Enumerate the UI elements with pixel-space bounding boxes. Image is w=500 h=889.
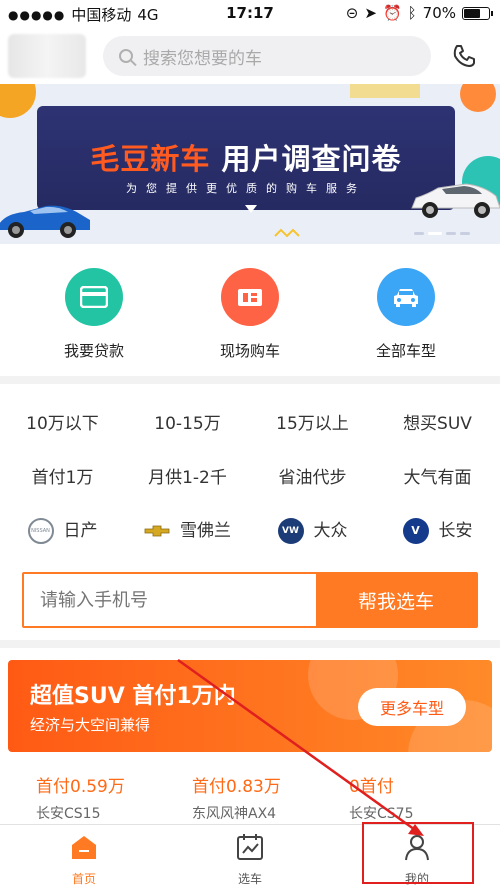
car-name: 东风风神AX4 xyxy=(192,806,277,822)
filter-down-10k[interactable]: 首付1万 xyxy=(0,458,125,498)
filter-row-brands: NISSAN 日产 雪佛兰 VW 大众 V 长安 xyxy=(0,511,500,551)
feature-shortcuts: 我要贷款 现场购车 全部车型 xyxy=(0,244,500,376)
tab-home-label: 首页 xyxy=(71,872,96,886)
location-icon: ➤ xyxy=(364,4,377,22)
blurred-logo xyxy=(8,34,86,78)
filter-suv[interactable]: 想买SUV xyxy=(375,404,500,444)
brand-nissan[interactable]: NISSAN 日产 xyxy=(0,511,125,551)
battery-percent: 70% xyxy=(422,4,456,22)
filter-economy[interactable]: 省油代步 xyxy=(250,458,375,498)
battery-icon xyxy=(462,6,493,20)
tab-home[interactable]: 首页 xyxy=(34,833,134,887)
rotation-lock-icon: ⊝ xyxy=(345,4,359,22)
blue-car-image xyxy=(0,205,90,238)
feature-all-models-circle xyxy=(377,268,435,326)
filter-prestige[interactable]: 大气有面 xyxy=(375,458,500,498)
feature-onsite-circle xyxy=(221,268,279,326)
help-choose-button[interactable]: 帮我选车 xyxy=(316,574,476,626)
brand-changan-label: 长安 xyxy=(438,521,473,541)
feature-loan-circle xyxy=(65,268,123,326)
brand-chevrolet[interactable]: 雪佛兰 xyxy=(125,511,250,551)
down-arrow-icon xyxy=(245,205,257,213)
tab-choose-car-label: 选车 xyxy=(237,872,262,886)
filter-over-150k[interactable]: 15万以上 xyxy=(250,404,375,444)
app-header: 搜索您想要的车 xyxy=(0,28,500,84)
status-bar: ●●●●● 中国移动 4G 17:17 ⊝ ➤ ⏰ ᛒ 70% xyxy=(0,0,500,28)
banner-dot xyxy=(460,232,470,235)
car-item[interactable]: 首付0.59万 长安CS15 xyxy=(36,772,196,823)
white-car-image xyxy=(411,183,500,218)
car-name: 长安CS75 xyxy=(349,806,414,822)
phone-icon[interactable] xyxy=(450,42,478,70)
store-icon xyxy=(238,289,262,306)
feature-all-models-label: 全部车型 xyxy=(375,342,436,360)
calendar-chart-icon xyxy=(237,834,263,860)
banner-pagination xyxy=(414,232,470,235)
brand-volkswagen[interactable]: VW 大众 xyxy=(250,511,375,551)
feature-loan-label: 我要贷款 xyxy=(63,342,124,360)
search-bar[interactable]: 搜索您想要的车 xyxy=(103,36,431,76)
tab-choose-car[interactable]: 选车 xyxy=(200,833,300,887)
nissan-logo-icon: NISSAN xyxy=(27,518,54,544)
car-price: 0首付 xyxy=(349,777,394,797)
suv-promo-card[interactable]: 超值SUV 首付1万内 经济与大空间兼得 更多车型 xyxy=(8,660,492,752)
car-price: 首付0.83万 xyxy=(192,777,281,797)
promo-section: 超值SUV 首付1万内 经济与大空间兼得 更多车型 首付0.59万 长安CS15… xyxy=(0,648,500,824)
bluetooth-icon: ᛒ xyxy=(407,4,417,22)
banner-subtitle: 为您提供更优质的购车服务 xyxy=(126,182,366,195)
feature-onsite-label: 现场购车 xyxy=(219,342,280,360)
search-icon xyxy=(119,49,133,63)
car-icon xyxy=(394,289,418,307)
banner-dot xyxy=(414,232,424,235)
promo-banner[interactable]: 毛豆新车 用户调查问卷 为您提供更优质的购车服务 xyxy=(0,84,500,244)
filter-row-price: 10万以下 10-15万 15万以上 想买SUV xyxy=(0,404,500,444)
phone-input[interactable] xyxy=(24,574,316,626)
banner-title: 毛豆新车 用户调查问卷 xyxy=(90,142,402,176)
home-icon xyxy=(72,836,96,859)
promo-subtitle: 经济与大空间兼得 xyxy=(30,716,151,734)
filter-row-payment: 首付1万 月供1-2千 省油代步 大气有面 xyxy=(0,458,500,498)
volkswagen-logo-icon: VW xyxy=(277,518,304,544)
annotation-highlight-box xyxy=(362,822,474,884)
filter-monthly[interactable]: 月供1-2千 xyxy=(125,458,250,498)
chevrolet-logo-icon xyxy=(144,525,170,537)
feature-loan[interactable]: 我要贷款 xyxy=(34,268,154,361)
car-item[interactable]: 0首付 长安CS75 xyxy=(349,772,500,823)
phone-lead-form: 帮我选车 xyxy=(22,572,478,628)
battery-fill xyxy=(464,8,480,18)
brand-chevrolet-label: 雪佛兰 xyxy=(180,521,231,541)
changan-logo-icon: V xyxy=(402,518,429,544)
card-icon xyxy=(80,286,108,308)
brand-changan[interactable]: V 长安 xyxy=(375,511,500,551)
feature-all-models[interactable]: 全部车型 xyxy=(346,268,466,361)
feature-onsite[interactable]: 现场购车 xyxy=(190,268,310,361)
banner-dot xyxy=(446,232,456,235)
car-item[interactable]: 首付0.83万 东风风神AX4 xyxy=(192,772,352,823)
filter-under-100k[interactable]: 10万以下 xyxy=(0,404,125,444)
search-placeholder: 搜索您想要的车 xyxy=(143,48,262,69)
car-price: 首付0.59万 xyxy=(36,777,125,797)
promo-title: 超值SUV 首付1万内 xyxy=(30,684,236,709)
more-models-button[interactable]: 更多车型 xyxy=(358,688,466,726)
banner-dot-active xyxy=(428,232,442,235)
filter-100-150k[interactable]: 10-15万 xyxy=(125,404,250,444)
quick-filters: 10万以下 10-15万 15万以上 想买SUV 首付1万 月供1-2千 省油代… xyxy=(0,384,500,640)
brand-nissan-label: 日产 xyxy=(63,521,98,541)
car-name: 长安CS15 xyxy=(36,806,101,822)
brand-volkswagen-label: 大众 xyxy=(313,521,348,541)
alarm-icon: ⏰ xyxy=(382,4,402,22)
